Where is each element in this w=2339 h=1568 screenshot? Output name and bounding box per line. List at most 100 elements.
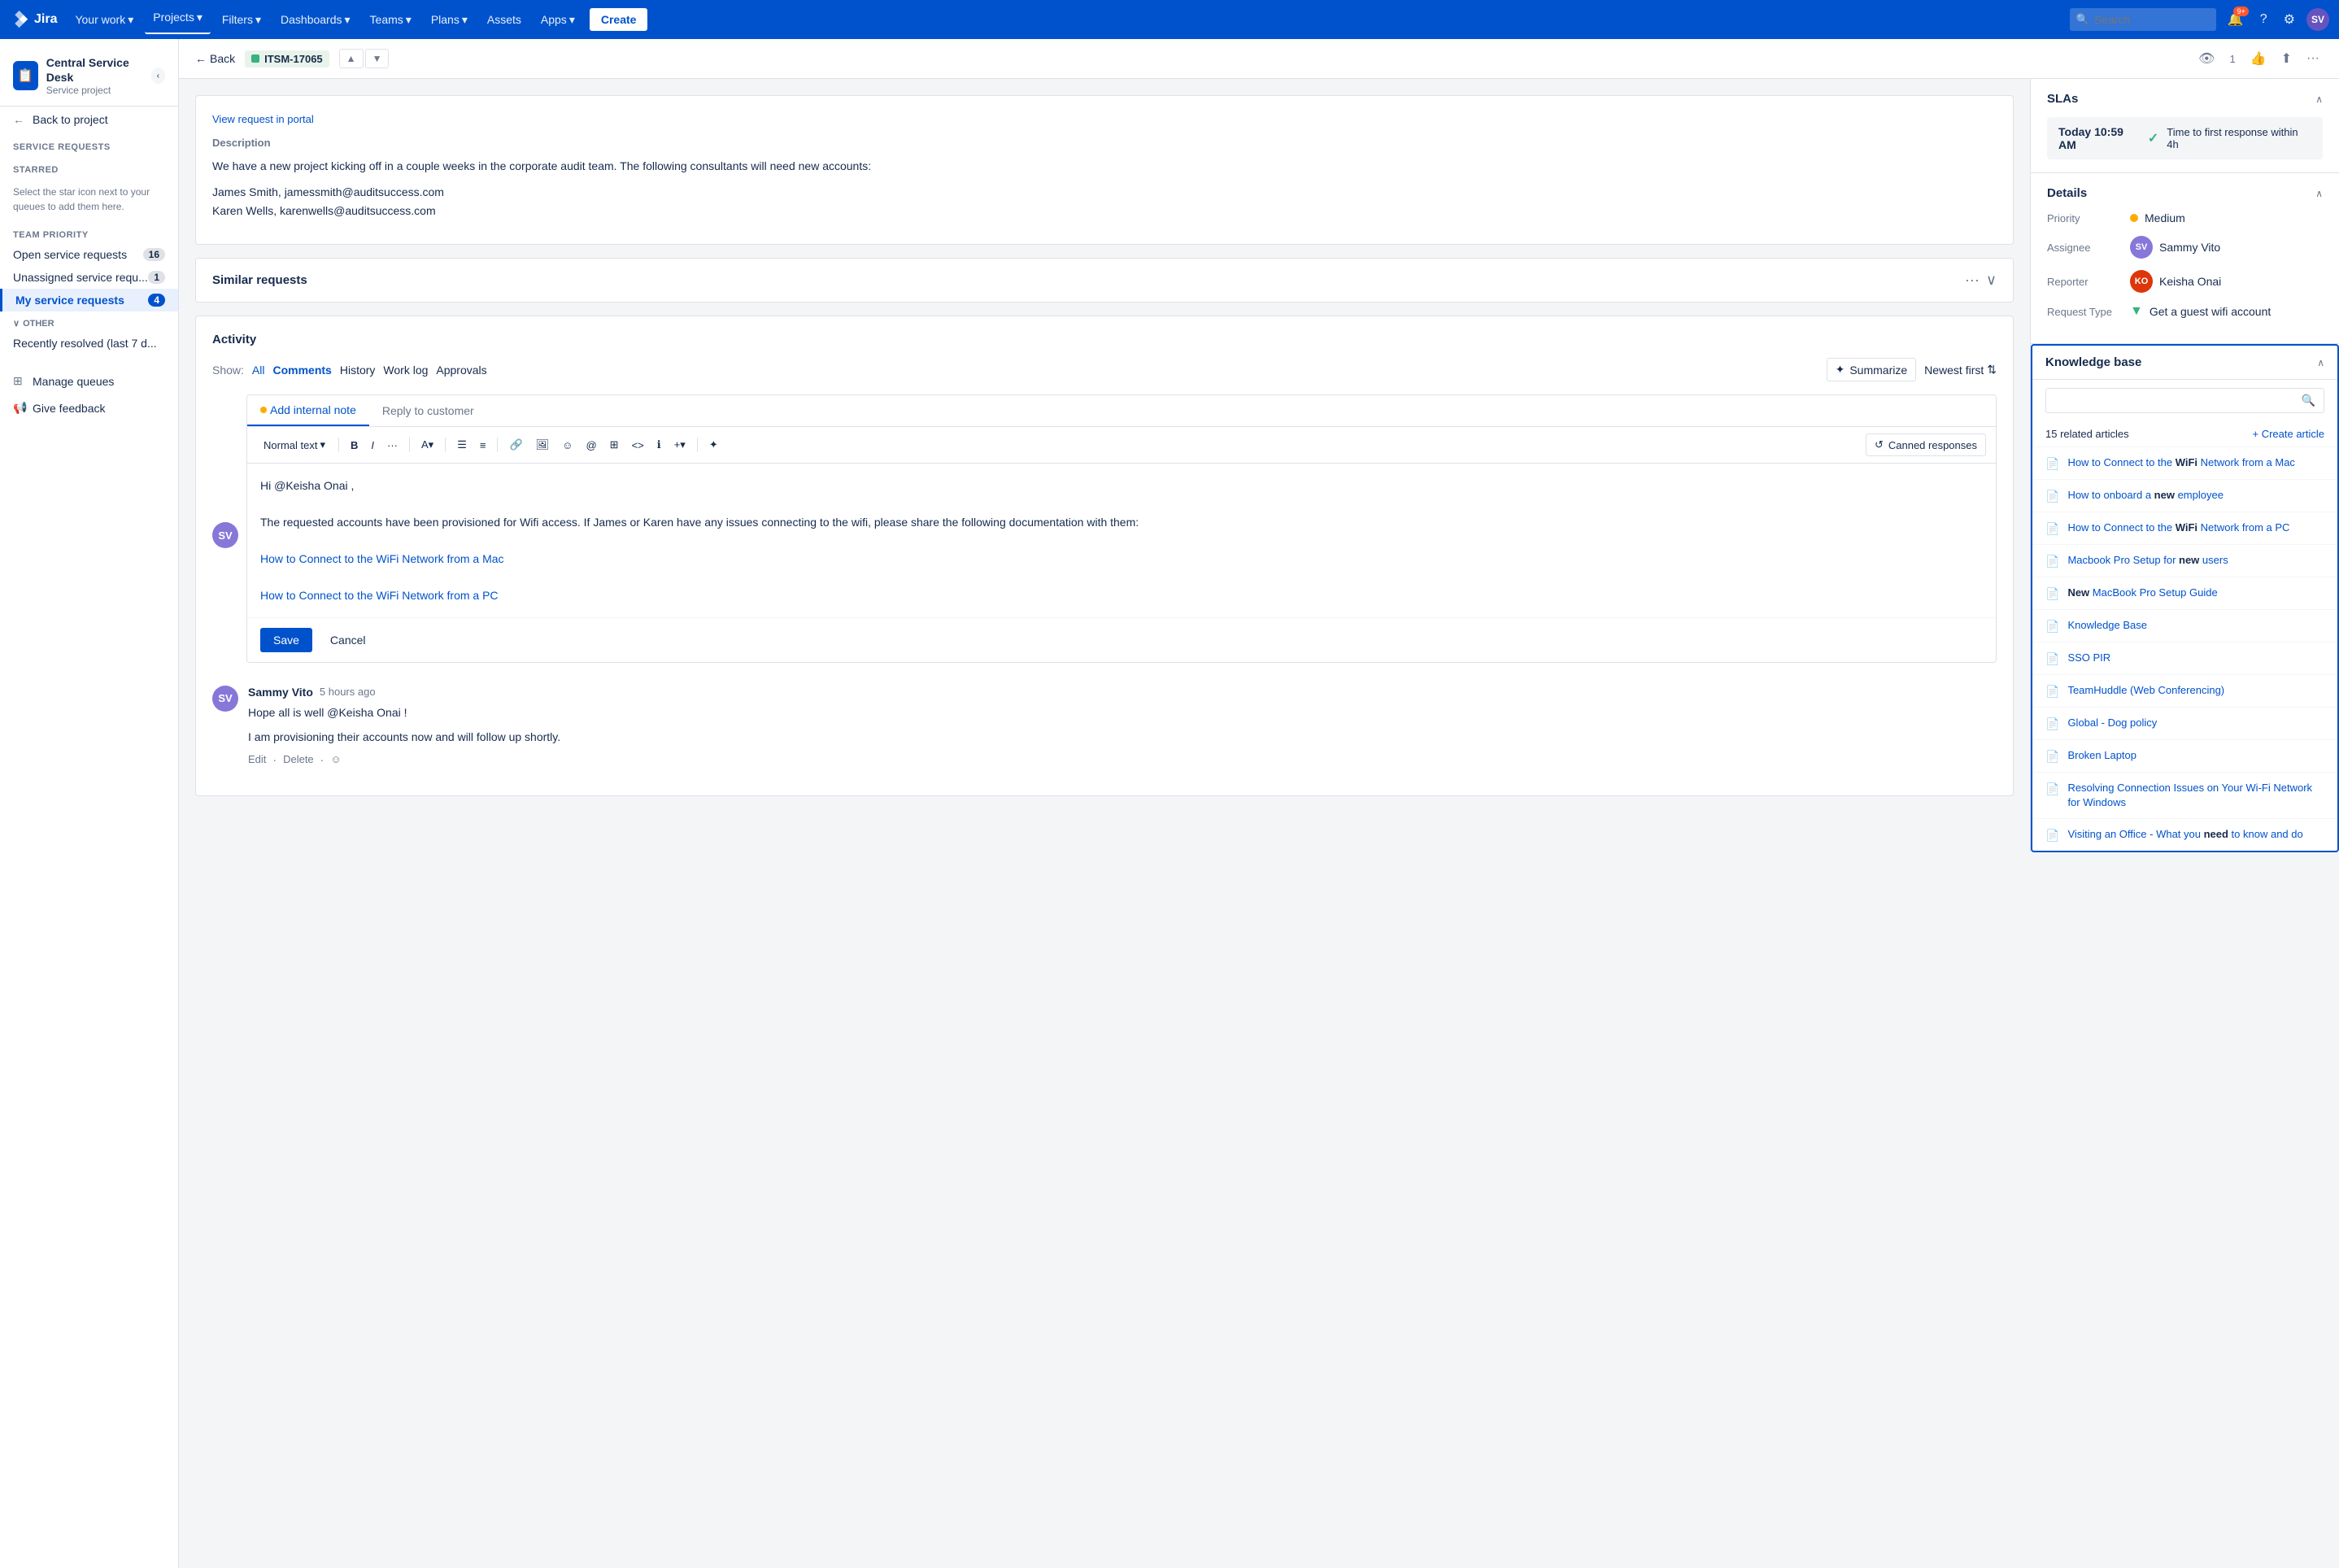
assignee-value[interactable]: SV Sammy Vito — [2130, 236, 2220, 259]
kb-article-title: How to Connect to the WiFi Network from … — [2067, 520, 2289, 535]
settings-icon[interactable]: ⚙ — [2279, 7, 2300, 33]
filter-approvals[interactable]: Approvals — [436, 364, 486, 377]
summarize-button[interactable]: ✦ Summarize — [1827, 358, 1917, 381]
table-button[interactable]: ⊞ — [605, 435, 624, 455]
slas-collapse-icon: ∧ — [2315, 94, 2323, 105]
more-actions-icon[interactable]: ··· — [2303, 48, 2323, 69]
filter-history[interactable]: History — [340, 364, 376, 377]
nav-apps[interactable]: Apps ▾ — [533, 8, 583, 32]
info-button[interactable]: ℹ — [652, 435, 666, 455]
link-button[interactable]: 🔗 — [504, 435, 527, 455]
text-color-button[interactable]: A▾ — [416, 435, 438, 455]
nav-filters[interactable]: Filters ▾ — [214, 8, 269, 32]
thumbsup-icon[interactable]: 👍 — [2247, 47, 2270, 70]
editor-link1[interactable]: How to Connect to the WiFi Network from … — [260, 552, 504, 565]
kb-article-item[interactable]: 📄How to Connect to the WiFi Network from… — [2032, 446, 2337, 479]
description-text: We have a new project kicking off in a c… — [212, 157, 1997, 220]
kb-article-item[interactable]: 📄Knowledge Base — [2032, 609, 2337, 642]
save-button[interactable]: Save — [260, 628, 312, 652]
notifications-icon[interactable]: 🔔 9+ — [2223, 7, 2249, 33]
kb-article-item[interactable]: 📄TeamHuddle (Web Conferencing) — [2032, 674, 2337, 707]
numbered-list-button[interactable]: ≡ — [475, 436, 491, 455]
slas-title: SLAs — [2047, 92, 2078, 106]
similar-more-icon[interactable]: ··· — [1965, 272, 1980, 289]
more-button[interactable]: +▾ — [669, 435, 690, 455]
kb-article-item[interactable]: 📄Global - Dog policy — [2032, 707, 2337, 739]
give-feedback-link[interactable]: 📢 Give feedback — [0, 394, 178, 421]
comment-edit-link[interactable]: Edit — [248, 753, 266, 765]
sidebar-collapse-button[interactable]: ‹ — [151, 68, 165, 84]
nav-dashboards[interactable]: Dashboards ▾ — [272, 8, 359, 32]
kb-article-item[interactable]: 📄How to onboard a new employee — [2032, 479, 2337, 512]
request-type-value[interactable]: ▼ Get a guest wifi account — [2130, 304, 2271, 319]
search-input[interactable] — [2070, 8, 2216, 31]
reporter-avatar: KO — [2130, 270, 2153, 293]
manage-queues-link[interactable]: ⊞ Manage queues — [0, 368, 178, 394]
kb-article-item[interactable]: 📄Macbook Pro Setup for new users — [2032, 544, 2337, 577]
queue-unassigned[interactable]: Unassigned service requ... 1 — [0, 266, 178, 289]
bullet-list-button[interactable]: ☰ — [452, 435, 472, 455]
details-header[interactable]: Details ∧ — [2047, 186, 2323, 200]
code-button[interactable]: <> — [627, 436, 649, 455]
kb-header[interactable]: Knowledge base ∧ — [2032, 346, 2337, 380]
filter-comments[interactable]: Comments — [272, 364, 331, 377]
jira-logo[interactable]: Jira — [10, 10, 57, 29]
help-icon[interactable]: ? — [2255, 7, 2272, 32]
add-internal-note-tab[interactable]: Add internal note — [247, 395, 369, 426]
canned-responses-button[interactable]: ↺ Canned responses — [1866, 433, 1986, 456]
ticket-sidebar: SLAs ∧ Today 10:59 AM ✓ Time to first re… — [2030, 79, 2339, 852]
comment-emoji-link[interactable]: ☺ — [330, 753, 341, 765]
format-dropdown[interactable]: Normal text ▾ — [257, 435, 332, 455]
activity-title: Activity — [212, 333, 1997, 346]
create-button[interactable]: Create — [590, 8, 648, 31]
next-ticket-button[interactable]: ▼ — [365, 49, 390, 68]
queue-my-service-requests[interactable]: My service requests 4 — [0, 289, 178, 311]
document-icon: 📄 — [2045, 685, 2059, 699]
nav-your-work[interactable]: Your work ▾ — [67, 8, 142, 32]
nav-plans[interactable]: Plans ▾ — [423, 8, 476, 32]
bold-button[interactable]: B — [346, 436, 363, 455]
filter-worklog[interactable]: Work log — [383, 364, 428, 377]
ai-toolbar-button[interactable]: ✦ — [704, 435, 723, 455]
kb-create-article-button[interactable]: + Create article — [2252, 428, 2324, 440]
share-icon[interactable]: ⬆ — [2278, 47, 2295, 70]
back-button[interactable]: ← Back — [195, 52, 235, 65]
image-button[interactable]: 🖼 — [531, 435, 555, 455]
mention-button[interactable]: @ — [581, 436, 601, 455]
newest-first-button[interactable]: Newest first ⇅ — [1924, 363, 1997, 377]
more-format-button[interactable]: ··· — [382, 436, 403, 455]
filter-all[interactable]: All — [252, 364, 265, 377]
user-avatar[interactable]: SV — [2306, 8, 2329, 31]
queue-open-service-requests[interactable]: Open service requests 16 — [0, 243, 178, 266]
back-icon: ← — [13, 113, 26, 126]
nav-assets[interactable]: Assets — [479, 8, 529, 31]
nav-teams[interactable]: Teams ▾ — [362, 8, 420, 32]
kb-article-item[interactable]: 📄Visiting an Office - What you need to k… — [2032, 818, 2337, 851]
emoji-button[interactable]: ☺ — [557, 436, 577, 455]
editor-link2[interactable]: How to Connect to the WiFi Network from … — [260, 589, 499, 602]
editor-content[interactable]: Hi @Keisha Onai , The requested accounts… — [247, 464, 1996, 617]
document-icon: 📄 — [2045, 490, 2059, 503]
cancel-button[interactable]: Cancel — [320, 628, 376, 652]
slas-header[interactable]: SLAs ∧ — [2047, 92, 2323, 106]
reporter-value[interactable]: KO Keisha Onai — [2130, 270, 2221, 293]
kb-article-item[interactable]: 📄Resolving Connection Issues on Your Wi-… — [2032, 772, 2337, 818]
similar-chevron-icon[interactable]: ∨ — [1986, 272, 1997, 289]
other-section[interactable]: ∨ OTHER — [0, 311, 178, 332]
kb-article-item[interactable]: 📄SSO PIR — [2032, 642, 2337, 674]
ai-icon: ✦ — [1836, 363, 1845, 377]
recently-resolved[interactable]: Recently resolved (last 7 d... — [0, 332, 178, 355]
back-to-project-link[interactable]: ← Back to project — [0, 107, 178, 133]
kb-search-input[interactable] — [2054, 394, 2302, 407]
kb-article-item[interactable]: 📄How to Connect to the WiFi Network from… — [2032, 512, 2337, 544]
italic-button[interactable]: I — [366, 436, 379, 455]
prev-ticket-button[interactable]: ▲ — [339, 49, 364, 68]
kb-article-item[interactable]: 📄New MacBook Pro Setup Guide — [2032, 577, 2337, 609]
kb-articles-header: 15 related articles + Create article — [2032, 421, 2337, 446]
reply-to-customer-tab[interactable]: Reply to customer — [369, 395, 487, 426]
watch-icon[interactable]: 👁 — [2195, 47, 2218, 70]
view-in-portal-link[interactable]: View request in portal — [212, 113, 314, 125]
nav-projects[interactable]: Projects ▾ — [145, 6, 211, 34]
kb-article-item[interactable]: 📄Broken Laptop — [2032, 739, 2337, 772]
comment-delete-link[interactable]: Delete — [283, 753, 314, 765]
